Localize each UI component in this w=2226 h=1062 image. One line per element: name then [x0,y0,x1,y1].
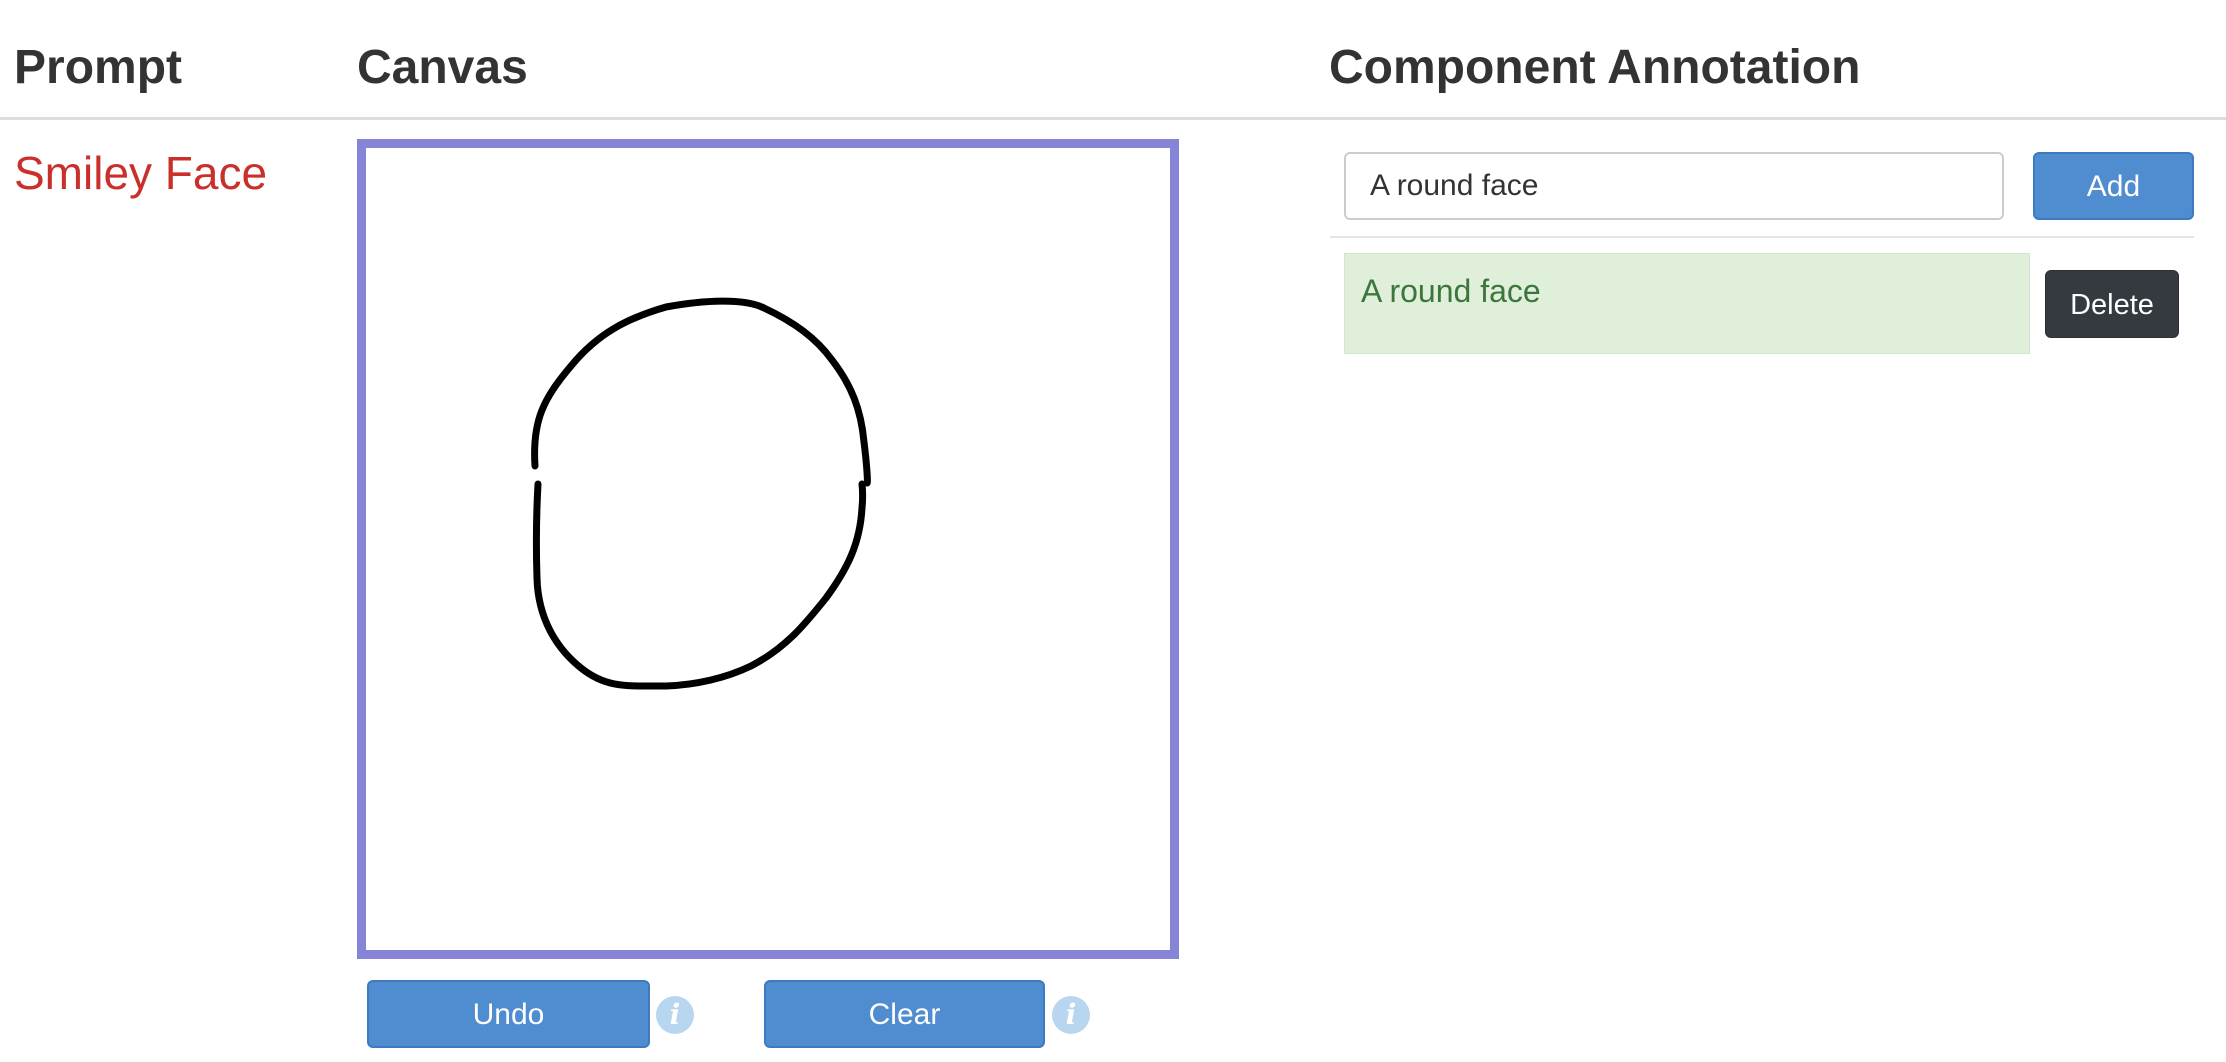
clear-info-icon[interactable]: i [1052,996,1090,1034]
annotation-input[interactable] [1344,152,2004,220]
prompt-text: Smiley Face [14,147,268,199]
undo-button[interactable]: Undo [367,980,650,1048]
delete-annotation-button[interactable]: Delete [2045,270,2179,338]
annotation-header: Component Annotation [1329,41,1861,94]
sketch-stroke-top [531,297,871,487]
annotation-divider [1330,236,2194,238]
annotation-item: A round face [1344,253,2030,354]
add-annotation-button[interactable]: Add [2033,152,2194,220]
prompt-header: Prompt [14,41,182,94]
sketch-stroke-bottom [532,480,867,690]
header-divider [0,117,2226,120]
canvas-header: Canvas [357,41,528,94]
undo-info-icon[interactable]: i [656,996,694,1034]
canvas-drawing [531,297,871,690]
drawing-canvas[interactable] [357,139,1179,959]
clear-button[interactable]: Clear [764,980,1045,1048]
